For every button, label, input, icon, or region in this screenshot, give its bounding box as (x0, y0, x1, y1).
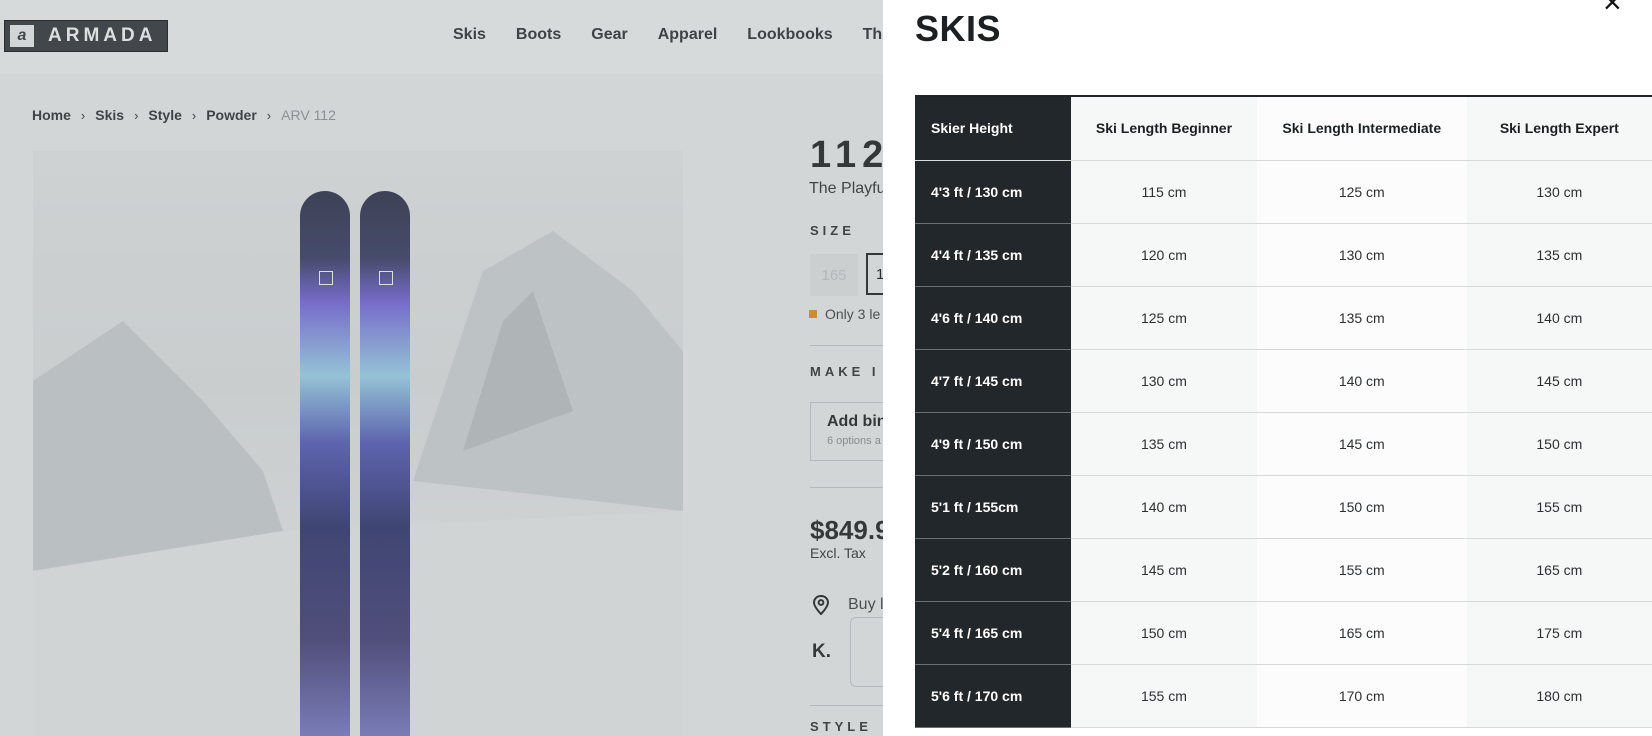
cell-beginner: 135 cm (1071, 412, 1257, 476)
cell-skier-height: 5'6 ft / 170 cm (915, 664, 1072, 728)
cell-beginner: 120 cm (1071, 223, 1257, 287)
table-row: 4'7 ft / 145 cm 130 cm 140 cm 145 cm (915, 349, 1652, 413)
cell-beginner: 145 cm (1071, 538, 1257, 602)
cell-intermediate: 125 cm (1256, 160, 1467, 224)
cell-intermediate: 170 cm (1256, 664, 1467, 728)
column-header-skier-height: Skier Height (915, 95, 1072, 161)
cell-intermediate: 150 cm (1256, 475, 1467, 539)
cell-intermediate: 155 cm (1256, 538, 1467, 602)
table-row: 4'4 ft / 135 cm 120 cm 130 cm 135 cm (915, 223, 1652, 287)
cell-intermediate: 140 cm (1256, 349, 1467, 413)
cell-intermediate: 135 cm (1256, 286, 1467, 350)
size-chart-table: Skier Height Ski Length Beginner Ski Len… (915, 95, 1652, 728)
modal-backdrop[interactable] (0, 0, 883, 736)
cell-beginner: 150 cm (1071, 601, 1257, 665)
cell-skier-height: 4'9 ft / 150 cm (915, 412, 1072, 476)
cell-expert: 175 cm (1466, 601, 1652, 665)
drawer-title: SKIS (915, 8, 1002, 49)
cell-skier-height: 4'6 ft / 140 cm (915, 286, 1072, 350)
cell-beginner: 130 cm (1071, 349, 1257, 413)
cell-beginner: 155 cm (1071, 664, 1257, 728)
cell-intermediate: 145 cm (1256, 412, 1467, 476)
size-chart-body: 4'3 ft / 130 cm 115 cm 125 cm 130 cm 4'4 ft … (915, 160, 1652, 728)
cell-skier-height: 4'3 ft / 130 cm (915, 160, 1072, 224)
cell-expert: 140 cm (1466, 286, 1652, 350)
table-row: 4'6 ft / 140 cm 125 cm 135 cm 140 cm (915, 286, 1652, 350)
close-icon[interactable]: × (1603, 0, 1622, 18)
cell-beginner: 115 cm (1071, 160, 1257, 224)
cell-skier-height: 4'4 ft / 135 cm (915, 223, 1072, 287)
cell-intermediate: 130 cm (1256, 223, 1467, 287)
cell-skier-height: 4'7 ft / 145 cm (915, 349, 1072, 413)
cell-beginner: 140 cm (1071, 475, 1257, 539)
table-row: 4'9 ft / 150 cm 135 cm 145 cm 150 cm (915, 412, 1652, 476)
table-row: 4'3 ft / 130 cm 115 cm 125 cm 130 cm (915, 160, 1652, 224)
table-row: 5'1 ft / 155cm 140 cm 150 cm 155 cm (915, 475, 1652, 539)
cell-expert: 150 cm (1466, 412, 1652, 476)
cell-skier-height: 5'2 ft / 160 cm (915, 538, 1072, 602)
size-chart-drawer: SKIS × Skier Height Ski Length Beginner … (883, 0, 1652, 736)
cell-skier-height: 5'1 ft / 155cm (915, 475, 1072, 539)
cell-expert: 165 cm (1466, 538, 1652, 602)
cell-beginner: 125 cm (1071, 286, 1257, 350)
cell-expert: 135 cm (1466, 223, 1652, 287)
cell-expert: 155 cm (1466, 475, 1652, 539)
table-row: 5'6 ft / 170 cm 155 cm 170 cm 180 cm (915, 664, 1652, 728)
table-row: 5'4 ft / 165 cm 150 cm 165 cm 175 cm (915, 601, 1652, 665)
cell-expert: 145 cm (1466, 349, 1652, 413)
column-header-beginner: Ski Length Beginner (1071, 95, 1257, 161)
column-header-intermediate: Ski Length Intermediate (1256, 95, 1467, 161)
column-header-expert: Ski Length Expert (1466, 95, 1652, 161)
cell-expert: 130 cm (1466, 160, 1652, 224)
cell-skier-height: 5'4 ft / 165 cm (915, 601, 1072, 665)
cell-intermediate: 165 cm (1256, 601, 1467, 665)
cell-expert: 180 cm (1466, 664, 1652, 728)
table-row: 5'2 ft / 160 cm 145 cm 155 cm 165 cm (915, 538, 1652, 602)
table-header-row: Skier Height Ski Length Beginner Ski Len… (915, 95, 1652, 161)
